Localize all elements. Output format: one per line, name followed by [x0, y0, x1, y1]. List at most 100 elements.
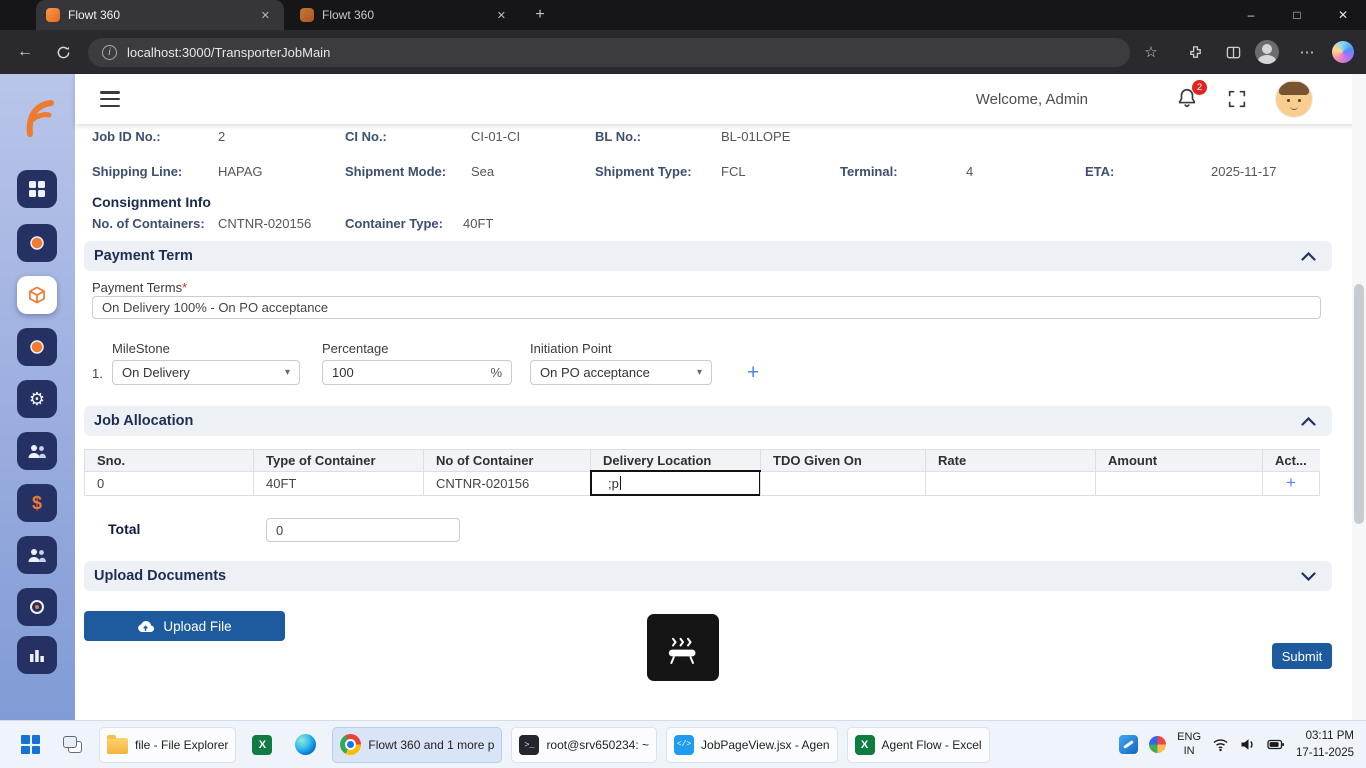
- sidebar-item-partners[interactable]: [17, 536, 57, 574]
- excel-icon: X: [252, 735, 272, 755]
- clock-time: 03:11 PM: [1296, 728, 1354, 744]
- sidebar-item-finance[interactable]: $: [17, 484, 57, 522]
- wifi-icon[interactable]: [1212, 737, 1229, 752]
- close-window-button[interactable]: ✕: [1320, 0, 1366, 30]
- browser-profile-button[interactable]: [1254, 40, 1280, 64]
- chevron-up-icon[interactable]: [1301, 252, 1316, 261]
- job-allocation-section-header[interactable]: Job Allocation: [84, 406, 1332, 436]
- add-row-button[interactable]: +: [1286, 474, 1296, 491]
- page-scrollbar[interactable]: [1352, 74, 1366, 720]
- cell-tdo[interactable]: [760, 472, 925, 496]
- tab-favicon: [46, 8, 60, 22]
- taskbar-clock[interactable]: 03:11 PM 17-11-2025: [1296, 728, 1354, 760]
- copilot-button[interactable]: [1330, 40, 1356, 64]
- window-controls: – □ ✕: [1228, 0, 1366, 30]
- initiation-point-select[interactable]: On PO acceptance ▾: [530, 360, 712, 385]
- payment-terms-input[interactable]: On Delivery 100% - On PO acceptance: [92, 296, 1321, 319]
- required-asterisk: *: [182, 280, 187, 295]
- taskbar-browser-window[interactable]: Flowt 360 and 1 more p: [332, 727, 502, 763]
- hamburger-menu-button[interactable]: [100, 91, 120, 107]
- battery-icon[interactable]: [1267, 737, 1285, 752]
- new-tab-button[interactable]: +: [528, 4, 552, 26]
- main-content: Job ID No.: 2 CI No.: CI-01-CI BL No.: B…: [75, 124, 1366, 720]
- col-header-amount: Amount: [1095, 449, 1262, 472]
- percentage-input[interactable]: 100 %: [322, 360, 512, 385]
- user-avatar[interactable]: [1276, 81, 1312, 117]
- sidebar-item-tracking[interactable]: [17, 588, 57, 626]
- scrollbar-thumb[interactable]: [1354, 284, 1364, 524]
- extensions-icon[interactable]: [1182, 40, 1208, 64]
- upload-documents-section-header[interactable]: Upload Documents: [84, 561, 1332, 591]
- percentage-label: Percentage: [322, 341, 389, 356]
- cell-container: CNTNR-020156: [423, 472, 590, 496]
- package-cube-icon: [27, 285, 47, 305]
- sidebar-item-jobs-active[interactable]: [17, 276, 57, 314]
- add-milestone-button[interactable]: +: [747, 362, 759, 383]
- notification-badge: 2: [1192, 80, 1207, 95]
- browser-tab-inactive[interactable]: Flowt 360 ✕: [290, 0, 520, 30]
- sidebar-item-orders[interactable]: [17, 328, 57, 366]
- address-bar[interactable]: i localhost:3000/TransporterJobMain: [88, 38, 1130, 67]
- consignment-row: No. of Containers: CNTNR-020156 Containe…: [92, 216, 493, 231]
- avatar-hair: [1279, 82, 1309, 95]
- cell-action: +: [1262, 472, 1320, 496]
- volume-icon[interactable]: [1240, 737, 1256, 752]
- refresh-button[interactable]: [50, 40, 76, 64]
- tray-app-icon-2[interactable]: [1149, 736, 1166, 753]
- payment-term-section-header[interactable]: Payment Term: [84, 241, 1332, 271]
- grill-icon: [662, 628, 704, 668]
- submit-button[interactable]: Submit: [1272, 643, 1332, 669]
- circle-icon: [28, 338, 46, 356]
- sidebar-item-settings[interactable]: ⚙: [17, 380, 57, 418]
- tab-close-icon[interactable]: ✕: [257, 7, 274, 24]
- chevron-down-icon[interactable]: [1301, 572, 1316, 581]
- app-logo[interactable]: [18, 98, 58, 138]
- gear-icon: ⚙: [29, 390, 45, 408]
- taskbar-file-explorer[interactable]: file - File Explorer: [99, 727, 236, 763]
- start-button[interactable]: [14, 727, 47, 763]
- fullscreen-button[interactable]: [1226, 88, 1248, 110]
- sidebar-item-dashboard[interactable]: [17, 170, 57, 208]
- back-button[interactable]: ←: [12, 40, 38, 64]
- task-view-button[interactable]: [56, 727, 90, 763]
- refresh-icon: [56, 45, 71, 60]
- users-icon: [27, 443, 47, 459]
- upload-file-button[interactable]: Upload File: [84, 611, 285, 641]
- split-screen-icon[interactable]: [1220, 40, 1246, 64]
- taskbar-pinned-edge[interactable]: [288, 727, 323, 763]
- sidebar-item-shipments[interactable]: [17, 224, 57, 262]
- taskbar-code-editor-window[interactable]: </> JobPageView.jsx - Agen: [666, 727, 838, 763]
- dashboard-grid-icon: [28, 180, 46, 198]
- site-info-icon[interactable]: i: [102, 45, 117, 60]
- initiation-point-label: Initiation Point: [530, 341, 612, 356]
- excel-icon: X: [855, 735, 875, 755]
- minimize-button[interactable]: –: [1228, 0, 1274, 30]
- terminal-icon: >_: [519, 735, 539, 755]
- chevron-up-icon[interactable]: [1301, 417, 1316, 426]
- tray-app-icon-1[interactable]: [1119, 735, 1138, 754]
- milestone-row-index: 1.: [92, 366, 103, 381]
- maximize-button[interactable]: □: [1274, 0, 1320, 30]
- bookmark-star-icon[interactable]: ☆: [1138, 40, 1164, 64]
- cell-amount[interactable]: [1095, 472, 1262, 496]
- chrome-icon: [340, 734, 361, 755]
- chevron-down-icon: ▾: [285, 367, 290, 378]
- language-indicator[interactable]: ENG IN: [1177, 731, 1201, 759]
- col-header-rate: Rate: [925, 449, 1095, 472]
- cell-rate[interactable]: [925, 472, 1095, 496]
- browser-menu-button[interactable]: ⋯: [1294, 40, 1320, 64]
- tab-close-icon[interactable]: ✕: [493, 7, 510, 24]
- milestone-select[interactable]: On Delivery ▾: [112, 360, 300, 385]
- delivery-location-input[interactable]: ;p: [590, 470, 761, 496]
- split-icon: [1226, 45, 1241, 60]
- browser-tab-active[interactable]: Flowt 360 ✕: [36, 0, 284, 30]
- taskbar-terminal-window[interactable]: >_ root@srv650234: ~: [511, 727, 657, 763]
- taskbar-excel-window[interactable]: X Agent Flow - Excel: [847, 727, 990, 763]
- milestone-row: 1. On Delivery ▾ 100 % On PO acceptance …: [75, 360, 1366, 386]
- total-input[interactable]: 0: [266, 518, 460, 542]
- sidebar-item-users[interactable]: [17, 432, 57, 470]
- notifications-button[interactable]: 2: [1176, 87, 1200, 111]
- sidebar-item-reports[interactable]: [17, 636, 57, 674]
- taskbar-pinned-excel[interactable]: X: [245, 727, 279, 763]
- field-eta: ETA: 2025-11-17: [1085, 164, 1277, 179]
